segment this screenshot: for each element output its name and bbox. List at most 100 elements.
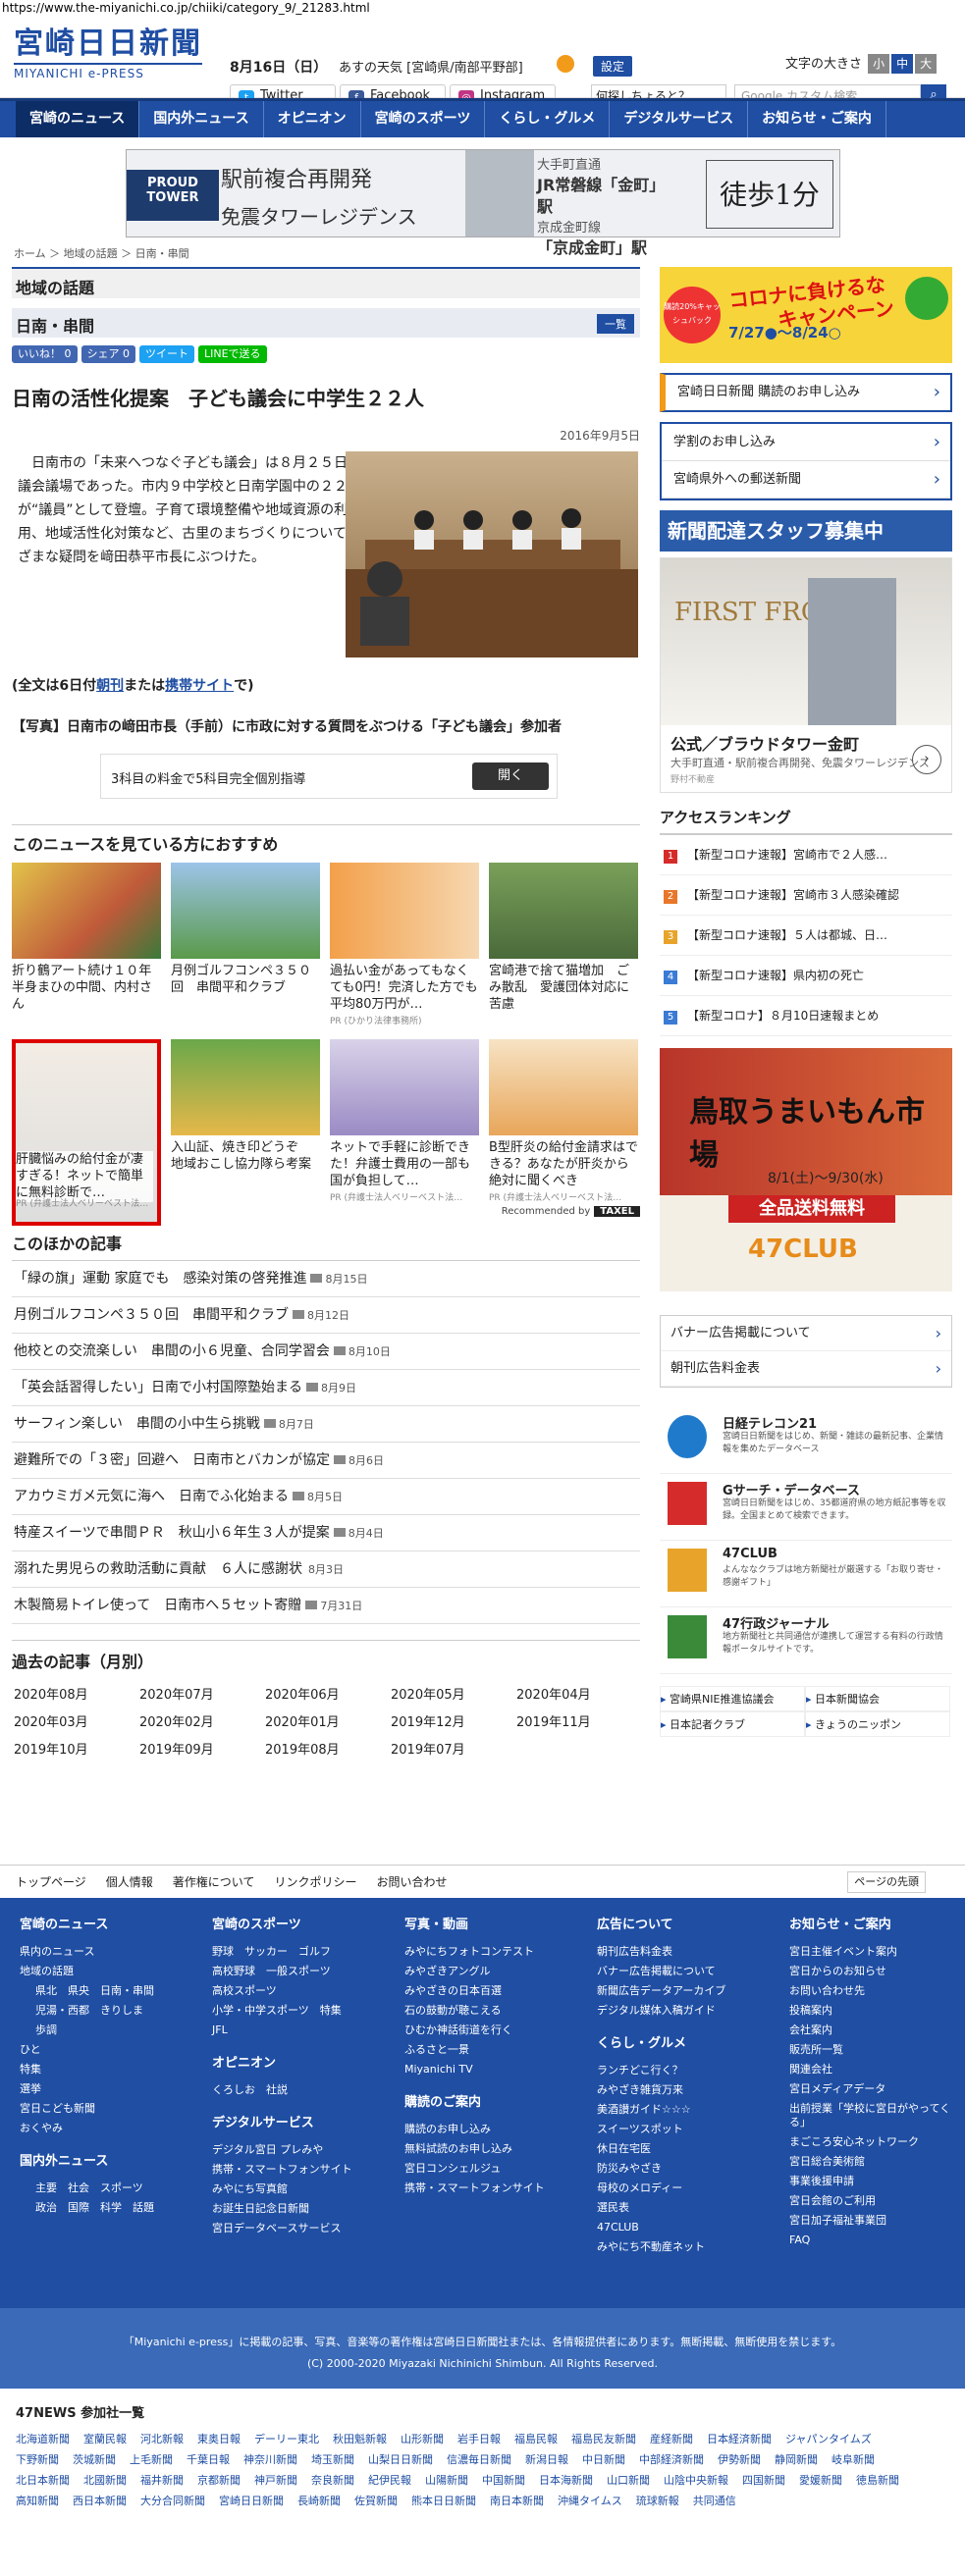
- paper-link[interactable]: デーリー東北: [254, 2429, 319, 2449]
- footer-link[interactable]: 著作権について: [173, 1875, 255, 1889]
- list-item[interactable]: 特産スイーツで串間ＰＲ 秋山小６年生３人が提案 8月4日: [12, 1515, 640, 1551]
- tower-ad[interactable]: FIRST FRONT 公式／ブラウドタワー金町 大手町直通・駅前複合再開発、免…: [660, 557, 952, 793]
- paper-link[interactable]: 宮崎日日新聞: [219, 2491, 284, 2511]
- font-mid-button[interactable]: 中: [891, 54, 914, 74]
- paper-link[interactable]: 信濃毎日新聞: [447, 2449, 511, 2470]
- related-link[interactable]: 宮崎県NIE推進協議会: [660, 1686, 805, 1711]
- list-item[interactable]: 月例ゴルフコンペ３５０回 串間平和クラブ 8月12日: [12, 1297, 640, 1334]
- ranking-item[interactable]: 1 【新型コロナ速報】宮崎市で２人感…: [660, 835, 952, 875]
- list-item[interactable]: 「緑の旗」運動 家庭でも 感染対策の啓発推進 8月15日: [12, 1261, 640, 1297]
- font-large-button[interactable]: 大: [915, 54, 938, 74]
- paper-link[interactable]: ジャパンタイムズ: [785, 2429, 872, 2449]
- morning-edition-link[interactable]: 朝刊: [96, 678, 124, 694]
- paper-link[interactable]: 南日本新聞: [490, 2491, 544, 2511]
- list-item[interactable]: 木製簡易トイレ使って 日南市へ５セット寄贈 7月31日: [12, 1588, 640, 1624]
- paper-link[interactable]: 徳島新聞: [856, 2470, 899, 2491]
- nav-national-news[interactable]: 国内外ニュース: [139, 101, 264, 137]
- paper-link[interactable]: 奈良新聞: [311, 2470, 354, 2491]
- paper-link[interactable]: 中日新聞: [582, 2449, 625, 2470]
- paper-link[interactable]: 北日本新聞: [16, 2470, 70, 2491]
- paper-link[interactable]: 日本経済新聞: [707, 2429, 772, 2449]
- month-link[interactable]: 2020年02月: [137, 1709, 263, 1737]
- inline-ad[interactable]: 3科目の料金で5科目完全個別指導 開く: [100, 754, 558, 799]
- subscribe-link[interactable]: 宮崎日日新聞 購読のお申し込み: [660, 373, 952, 412]
- service-item[interactable]: 47CLUB よんななクラブは地方新聞社が厳選する「お取り寄せ・感謝ギフト」: [660, 1541, 952, 1607]
- paper-link[interactable]: 四国新聞: [742, 2470, 785, 2491]
- list-item[interactable]: サーフィン楽しい 串間の小中生ら挑戦 8月7日: [12, 1406, 640, 1443]
- footer-link[interactable]: トップページ: [16, 1875, 86, 1889]
- related-link[interactable]: 日本新聞協会: [805, 1686, 950, 1711]
- month-link[interactable]: 2019年09月: [137, 1737, 263, 1764]
- covid-campaign-banner[interactable]: 購読20%キャッシュバック コロナに負けるな キャンペーン 7/27●〜8/24…: [660, 267, 952, 363]
- paper-link[interactable]: 室蘭民報: [83, 2429, 127, 2449]
- paper-link[interactable]: 河北新報: [140, 2429, 184, 2449]
- paper-link[interactable]: 琉球新報: [636, 2491, 679, 2511]
- ranking-item[interactable]: 2 【新型コロナ速報】宮崎市３人感染確認: [660, 875, 952, 916]
- related-link[interactable]: 日本記者クラブ: [660, 1711, 805, 1737]
- ad-rates-link[interactable]: 朝刊広告料金表: [661, 1351, 951, 1387]
- service-item[interactable]: 47行政ジャーナル 地方新聞社と共同通信が連携して運営する有料の行政情報ポータルサ…: [660, 1607, 952, 1674]
- recommend-card[interactable]: ネットで手軽に診断できた！弁護士費用の一部も国が負担して… PR (弁護士法人ベリ…: [330, 1039, 479, 1216]
- service-item[interactable]: Gサーチ・データベース 宮崎日日新聞をはじめ、35都道府県の地方紙記事等を収録。全…: [660, 1474, 952, 1541]
- paper-link[interactable]: 静岡新聞: [775, 2449, 818, 2470]
- recommend-card[interactable]: 肝臓悩みの給付金が凄すぎる！ネットで簡単に無料診断で… PR (弁護士法人ベリーベ…: [12, 1039, 161, 1226]
- ranking-item[interactable]: 4 【新型コロナ速報】県内初の死亡: [660, 956, 952, 996]
- month-link[interactable]: 2020年07月: [137, 1682, 263, 1709]
- list-item[interactable]: 「英会話習得したい」日南で小村国際塾始まる 8月9日: [12, 1370, 640, 1406]
- paper-link[interactable]: 茨城新聞: [73, 2449, 116, 2470]
- paper-link[interactable]: 神戸新聞: [254, 2470, 297, 2491]
- paper-link[interactable]: 産経新聞: [650, 2429, 693, 2449]
- paper-link[interactable]: 埼玉新聞: [311, 2449, 354, 2470]
- open-button[interactable]: 開く: [472, 762, 549, 790]
- list-item[interactable]: アカウミガメ元気に海へ 日南でふ化始まる 8月5日: [12, 1479, 640, 1515]
- paper-link[interactable]: 北國新聞: [83, 2470, 127, 2491]
- month-link[interactable]: 2019年10月: [12, 1737, 137, 1764]
- recommend-card[interactable]: B型肝炎の給付金請求はできる？あなたが肝炎から絶対に聞くべき PR (弁護士法人ベ…: [489, 1039, 638, 1216]
- nav-opinion[interactable]: オピニオン: [264, 101, 361, 137]
- month-link[interactable]: 2019年11月: [514, 1709, 640, 1737]
- list-button[interactable]: 一覧: [597, 314, 634, 334]
- paper-link[interactable]: 下野新聞: [16, 2449, 59, 2470]
- nav-life-gourmet[interactable]: くらし・グルメ: [485, 101, 611, 137]
- paper-link[interactable]: 秋田魁新報: [333, 2429, 387, 2449]
- paper-link[interactable]: 福島民報: [514, 2429, 558, 2449]
- ranking-item[interactable]: 3 【新型コロナ速報】５人は都城、日…: [660, 916, 952, 956]
- paper-link[interactable]: 福井新聞: [140, 2470, 184, 2491]
- footer-link[interactable]: お問い合わせ: [376, 1875, 447, 1889]
- paper-link[interactable]: 大分合同新聞: [140, 2491, 205, 2511]
- like-button[interactable]: いいね！ 0: [12, 345, 78, 363]
- chevron-right-icon[interactable]: ›: [912, 745, 941, 774]
- paper-link[interactable]: 熊本日日新聞: [411, 2491, 476, 2511]
- paper-link[interactable]: 岐阜新聞: [831, 2449, 875, 2470]
- banner-ad-link[interactable]: バナー広告掲載について: [661, 1316, 951, 1351]
- nav-sports[interactable]: 宮崎のスポーツ: [361, 101, 486, 137]
- site-logo[interactable]: 宮崎日日新聞 MIYANICHI e-PRESS: [14, 27, 202, 80]
- ranking-item[interactable]: 5 【新型コロナ】８月10日速報まとめ: [660, 996, 952, 1036]
- footer-link[interactable]: リンクポリシー: [274, 1875, 356, 1889]
- month-link[interactable]: 2020年08月: [12, 1682, 137, 1709]
- fb-share-button[interactable]: シェア 0: [80, 345, 135, 363]
- paper-link[interactable]: 岩手日報: [457, 2429, 501, 2449]
- nav-miyazaki-news[interactable]: 宮崎のニュース: [16, 101, 140, 137]
- recommend-card[interactable]: 月例ゴルフコンペ３５０回 串間平和クラブ: [171, 863, 320, 1039]
- paper-link[interactable]: 中国新聞: [482, 2470, 525, 2491]
- paper-link[interactable]: 沖縄タイムス: [558, 2491, 622, 2511]
- footer-link[interactable]: 個人情報: [106, 1875, 153, 1889]
- paper-link[interactable]: 福島民友新聞: [571, 2429, 636, 2449]
- paper-link[interactable]: 新潟日報: [525, 2449, 568, 2470]
- line-button[interactable]: LINEで送る: [198, 345, 267, 363]
- student-apply-link[interactable]: 学割のお申し込み: [662, 424, 950, 461]
- paper-link[interactable]: 東奥日報: [197, 2429, 241, 2449]
- paper-link[interactable]: 中部経済新聞: [639, 2449, 704, 2470]
- related-link[interactable]: きょうのニッポン: [805, 1711, 950, 1737]
- font-small-button[interactable]: 小: [868, 54, 890, 74]
- weather-label[interactable]: あすの天気 [宮崎県/南部平野部]: [339, 57, 523, 76]
- paper-link[interactable]: 京都新聞: [197, 2470, 241, 2491]
- list-item[interactable]: 他校との交流楽しい 串間の小６児童、合同学習会 8月10日: [12, 1334, 640, 1370]
- settings-button[interactable]: 設定: [593, 56, 633, 77]
- breadcrumb[interactable]: ホーム ＞ 地域の話題 ＞ 日南・串間: [14, 245, 189, 261]
- month-link[interactable]: 2019年08月: [263, 1737, 389, 1764]
- paper-link[interactable]: 山形新聞: [401, 2429, 444, 2449]
- page-top-button[interactable]: ページの先頭: [847, 1871, 926, 1893]
- paper-link[interactable]: 日本海新聞: [539, 2470, 593, 2491]
